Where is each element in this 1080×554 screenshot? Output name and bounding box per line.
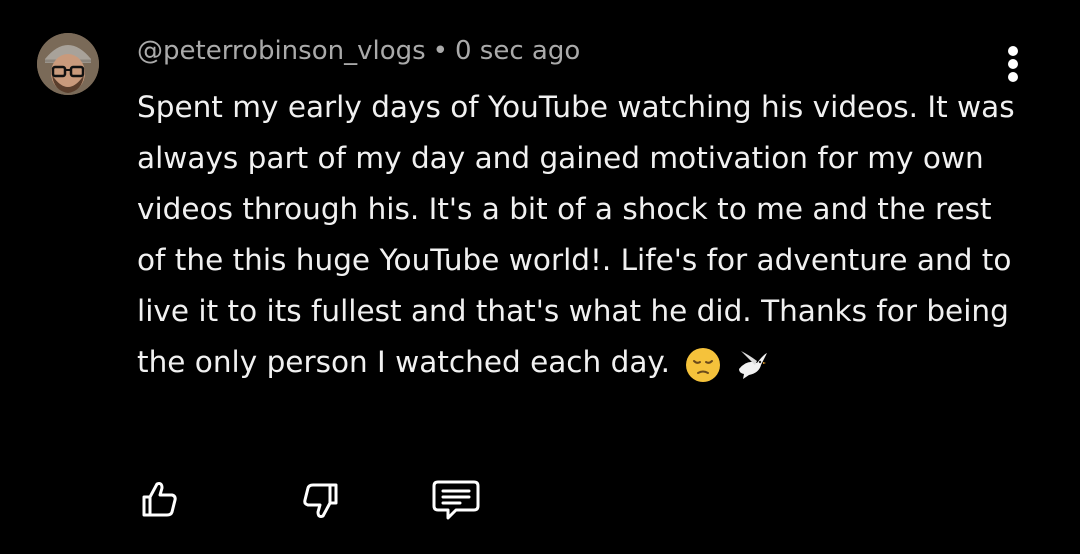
comment-timestamp[interactable]: 0 sec ago	[455, 36, 580, 66]
comment-body: Spent my early days of YouTube watching …	[137, 82, 1017, 389]
menu-dot-icon	[1008, 46, 1018, 56]
reply-button[interactable]	[426, 470, 486, 530]
meta-separator: •	[432, 36, 448, 66]
comment-meta: @peterrobinson_vlogs • 0 sec ago	[137, 33, 580, 69]
comment-card: @peterrobinson_vlogs • 0 sec ago Spent my …	[0, 0, 1080, 554]
comment-emojis	[685, 338, 770, 389]
dove-emoji	[738, 350, 767, 379]
thumbs-up-icon	[142, 482, 177, 517]
comment-actions	[0, 470, 1080, 530]
avatar-image	[37, 33, 99, 95]
like-button[interactable]	[130, 470, 190, 530]
avatar[interactable]	[37, 33, 99, 95]
pensive-face-emoji	[686, 347, 721, 382]
menu-dot-icon	[1008, 59, 1018, 69]
author-name[interactable]: @peterrobinson_vlogs	[137, 36, 426, 66]
more-options-button[interactable]	[1000, 44, 1026, 84]
reply-comment-icon	[432, 480, 480, 520]
dislike-button[interactable]	[290, 470, 350, 530]
thumbs-down-icon	[303, 483, 338, 518]
menu-dot-icon	[1008, 72, 1018, 82]
comment-text: Spent my early days of YouTube watching …	[137, 90, 1015, 379]
